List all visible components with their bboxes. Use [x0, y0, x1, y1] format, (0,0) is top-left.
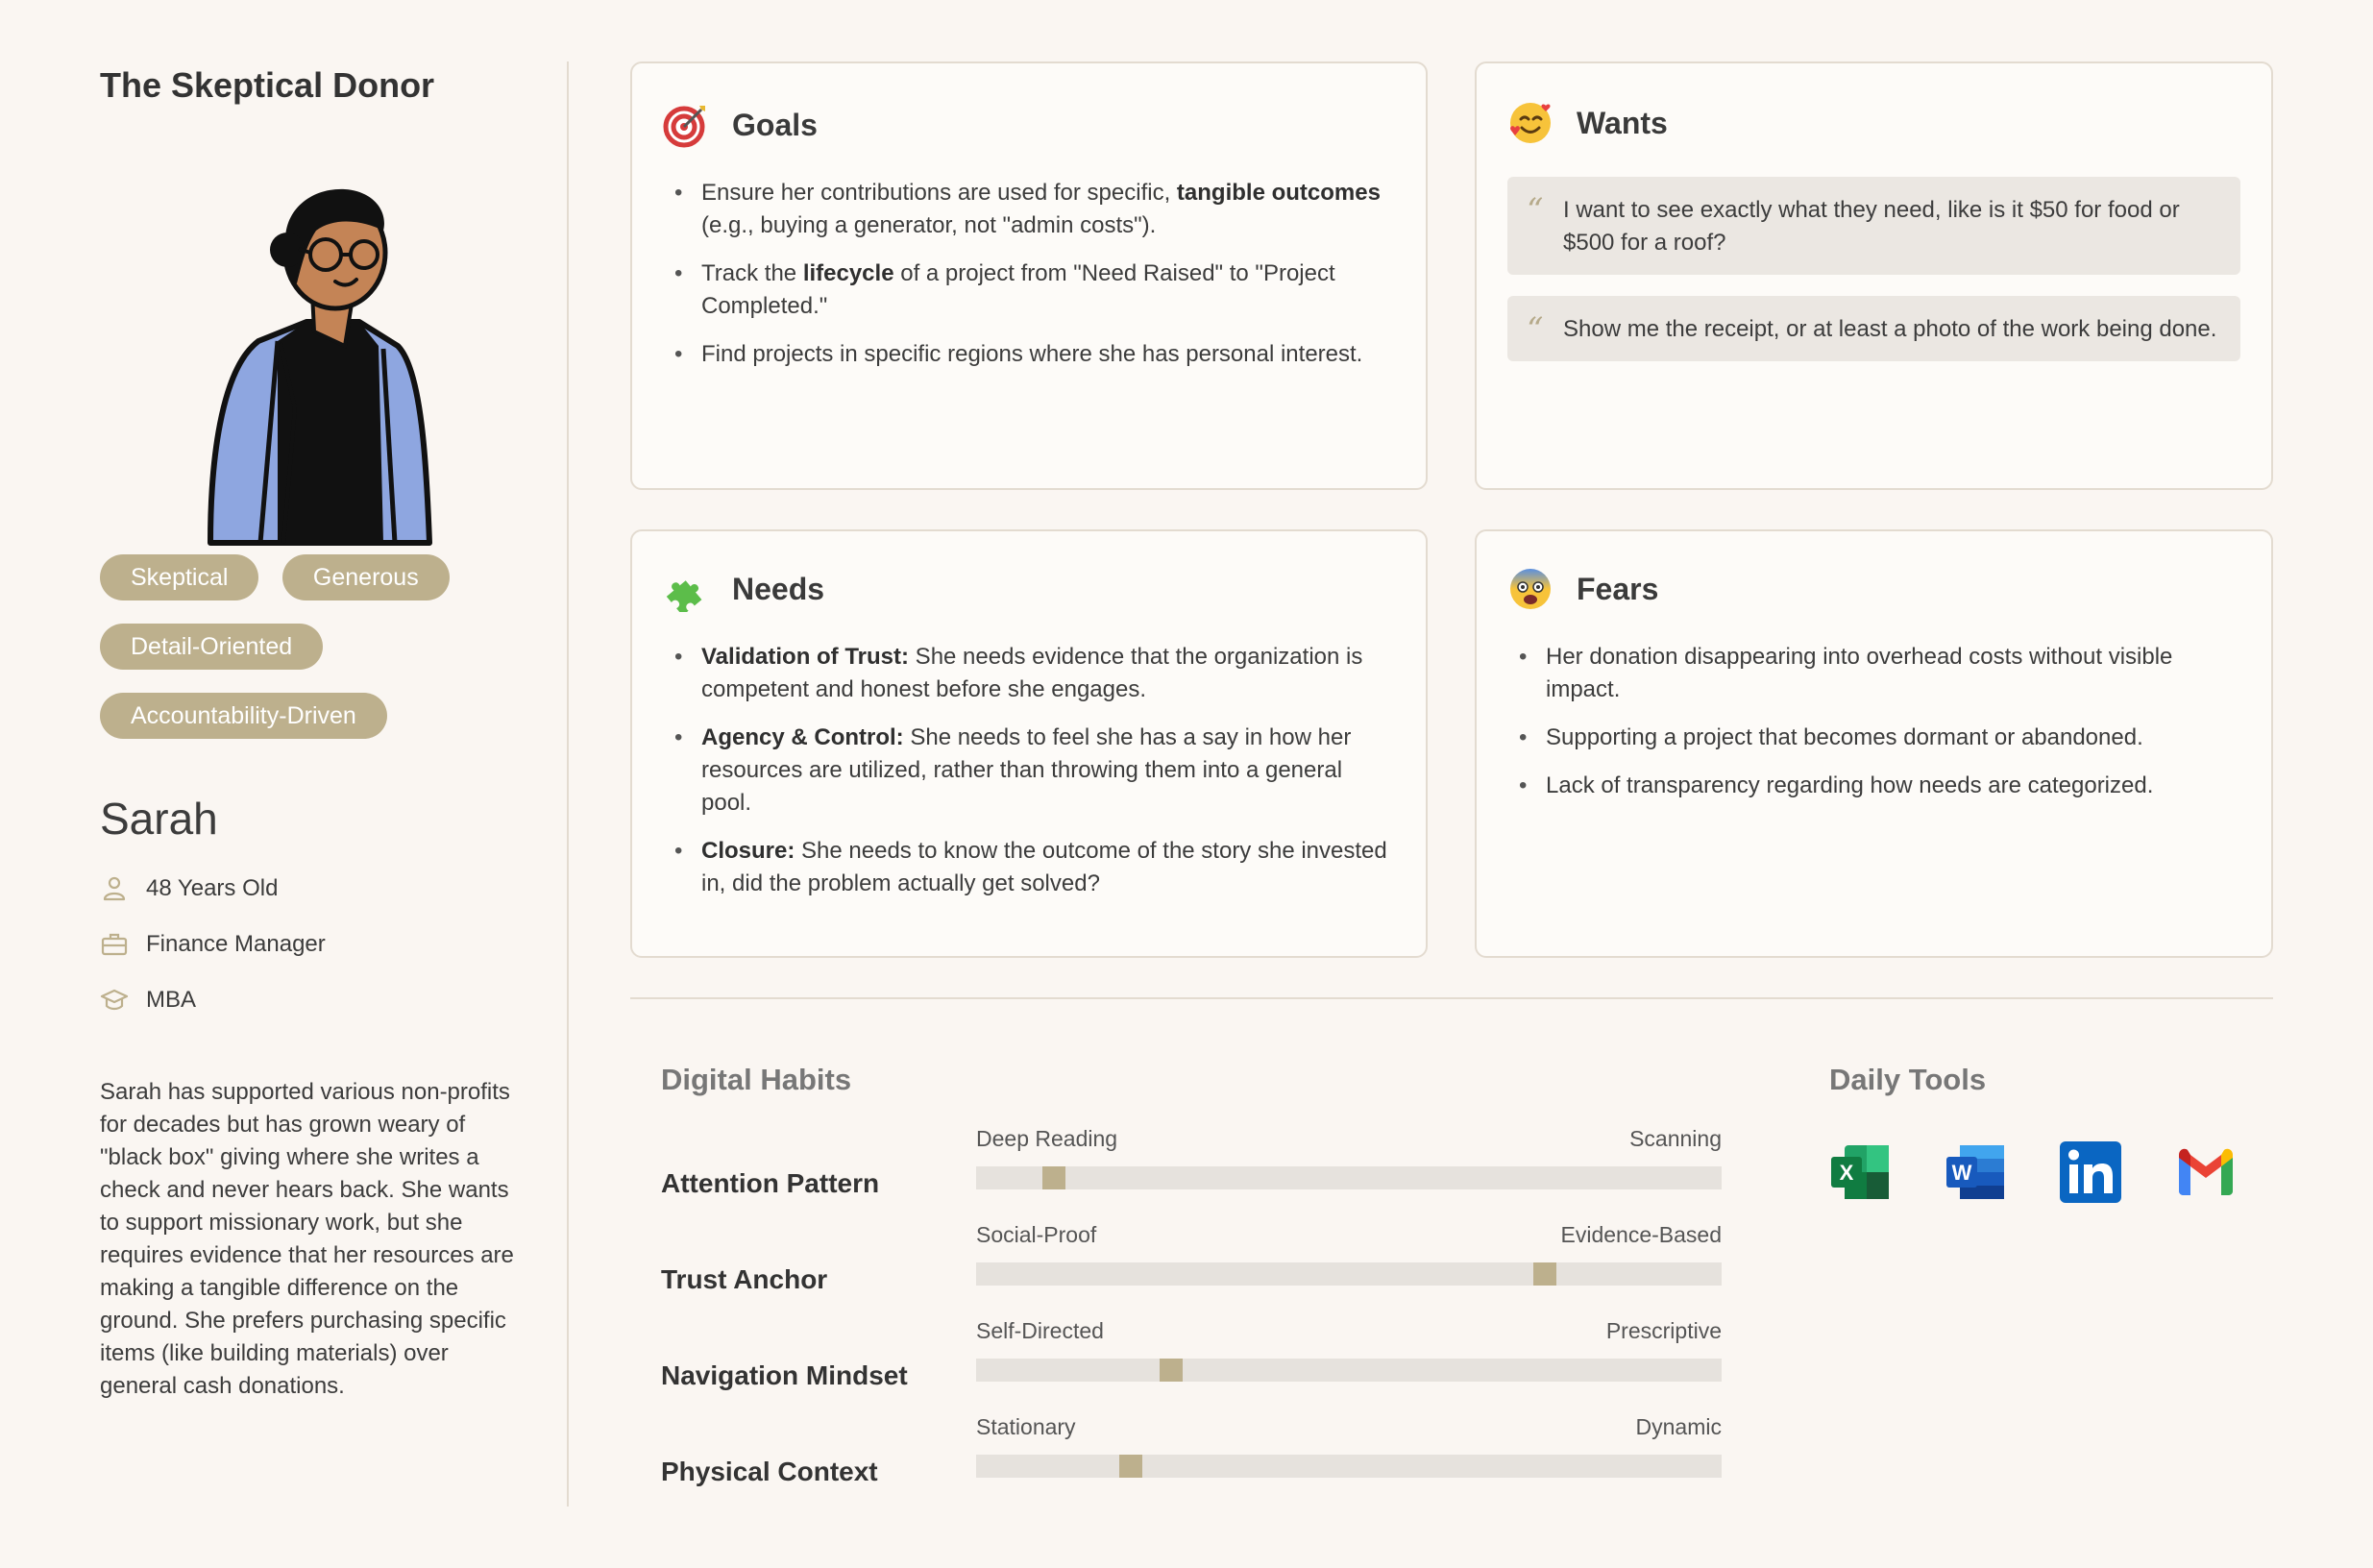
needs-title: Needs: [732, 571, 825, 606]
quote-1: “ I want to see exactly what they need, …: [1507, 177, 2240, 275]
tag-accountability-driven: Accountability-Driven: [100, 693, 387, 739]
fears-header: Fears: [1507, 560, 2240, 618]
puzzle-piece-icon: [666, 580, 702, 612]
education-text: MBA: [146, 987, 197, 1013]
quote-mark-icon: “: [1527, 191, 1544, 230]
list-item: Supporting a project that becomes dorman…: [1507, 722, 2240, 754]
linkedin-icon: [2060, 1141, 2121, 1203]
persona-info: 48 Years Old Finance Manager MBA: [100, 861, 523, 1028]
list-item: Lack of transparency regarding how needs…: [1507, 770, 2240, 802]
persona-tags: Skeptical Generous Detail-Oriented Accou…: [100, 554, 523, 762]
habit-label: Physical Context: [661, 1457, 878, 1486]
slider-thumb: [1533, 1262, 1557, 1286]
persona-avatar: [208, 188, 432, 546]
svg-text:W: W: [1952, 1161, 1972, 1185]
quote-mark-icon: “: [1527, 310, 1544, 349]
info-age: 48 Years Old: [100, 861, 523, 917]
slider-ends: Social-Proof Evidence-Based: [976, 1222, 1722, 1248]
word-icon: W: [1946, 1145, 2004, 1199]
slider-track: [976, 1455, 1722, 1478]
tag-detail-oriented: Detail-Oriented: [100, 624, 324, 670]
graduation-cap-icon: [100, 989, 129, 1011]
svg-text:X: X: [1840, 1161, 1854, 1185]
briefcase-icon: [101, 933, 128, 956]
age-text: 48 Years Old: [146, 875, 279, 901]
fears-list: Her donation disappearing into overhead …: [1507, 641, 2240, 802]
slider-track: [976, 1262, 1722, 1286]
wants-title: Wants: [1577, 105, 1668, 140]
tag-generous: Generous: [281, 554, 450, 600]
gmail-icon: [2179, 1148, 2233, 1195]
slider-ends: Stationary Dynamic: [976, 1414, 1722, 1440]
wants-card: Wants “ I want to see exactly what they …: [1475, 61, 2273, 490]
fearful-face-icon: [1510, 569, 1551, 609]
list-item: Ensure her contributions are used for sp…: [663, 177, 1395, 242]
job-text: Finance Manager: [146, 931, 326, 957]
goals-card: Goals Ensure her contributions are used …: [630, 61, 1428, 490]
slider-left-label: Deep Reading: [976, 1126, 1118, 1151]
slider-right-label: Evidence-Based: [1560, 1222, 1723, 1247]
slider-ends: Deep Reading Scanning: [976, 1126, 1722, 1152]
wants-header: Wants: [1507, 94, 2240, 152]
target-icon: [663, 106, 705, 148]
habit-physical-context: Physical Context Stationary Dynamic: [661, 1414, 1722, 1491]
slider-thumb: [1042, 1166, 1066, 1189]
goals-header: Goals: [663, 96, 1395, 154]
list-item: Track the lifecycle of a project from "N…: [663, 257, 1395, 323]
habit-label: Attention Pattern: [661, 1168, 880, 1198]
list-item: Her donation disappearing into overhead …: [1507, 641, 2240, 706]
info-education: MBA: [100, 972, 523, 1028]
info-job: Finance Manager: [100, 917, 523, 972]
fears-card: Fears Her donation disappearing into ove…: [1475, 529, 2273, 958]
persona-sidebar: The Skeptical Donor Skeptical Generous D…: [100, 58, 523, 1399]
persona-title: The Skeptical Donor: [100, 65, 435, 105]
person-icon: [103, 876, 126, 901]
slider-right-label: Prescriptive: [1605, 1318, 1722, 1343]
slider-left-label: Stationary: [976, 1414, 1076, 1439]
needs-header: Needs: [663, 560, 1395, 618]
list-item: Validation of Trust: She needs evidence …: [663, 641, 1395, 706]
daily-tools-title: Daily Tools: [1829, 1063, 1987, 1096]
slider-track: [976, 1359, 1722, 1382]
slider-thumb: [1160, 1359, 1184, 1382]
slider-thumb: [1118, 1455, 1142, 1478]
habit-navigation-mindset: Navigation Mindset Self-Directed Prescri…: [661, 1318, 1722, 1395]
slider-track: [976, 1166, 1722, 1189]
habit-label: Trust Anchor: [661, 1264, 828, 1294]
goals-title: Goals: [732, 107, 818, 142]
horizontal-divider: [630, 997, 2273, 999]
list-item: Find projects in specific regions where …: [663, 338, 1395, 371]
smiling-face-with-hearts-icon: [1510, 103, 1551, 143]
slider-left-label: Social-Proof: [976, 1222, 1097, 1247]
excel-icon: X: [1831, 1145, 1889, 1199]
slider-right-label: Dynamic: [1635, 1414, 1722, 1439]
needs-list: Validation of Trust: She needs evidence …: [663, 641, 1395, 900]
list-item: Agency & Control: She needs to feel she …: [663, 722, 1395, 820]
persona-bio: Sarah has supported various non-profits …: [100, 1079, 514, 1399]
needs-card: Needs Validation of Trust: She needs evi…: [630, 529, 1428, 958]
fears-title: Fears: [1577, 571, 1659, 606]
digital-habits-title: Digital Habits: [661, 1063, 852, 1096]
daily-tools: X W: [1829, 1141, 2290, 1203]
slider-ends: Self-Directed Prescriptive: [976, 1318, 1722, 1344]
persona-name: Sarah: [100, 794, 218, 844]
quote-2: “ Show me the receipt, or at least a pho…: [1507, 296, 2240, 361]
list-item: Closure: She needs to know the outcome o…: [663, 835, 1395, 900]
habit-attention-pattern: Attention Pattern Deep Reading Scanning: [661, 1126, 1722, 1203]
slider-right-label: Scanning: [1629, 1126, 1722, 1151]
goals-list: Ensure her contributions are used for sp…: [663, 177, 1395, 371]
tag-skeptical: Skeptical: [100, 554, 259, 600]
slider-left-label: Self-Directed: [976, 1318, 1104, 1343]
habit-label: Navigation Mindset: [661, 1360, 908, 1390]
habit-trust-anchor: Trust Anchor Social-Proof Evidence-Based: [661, 1222, 1722, 1299]
vertical-divider: [567, 61, 569, 1507]
